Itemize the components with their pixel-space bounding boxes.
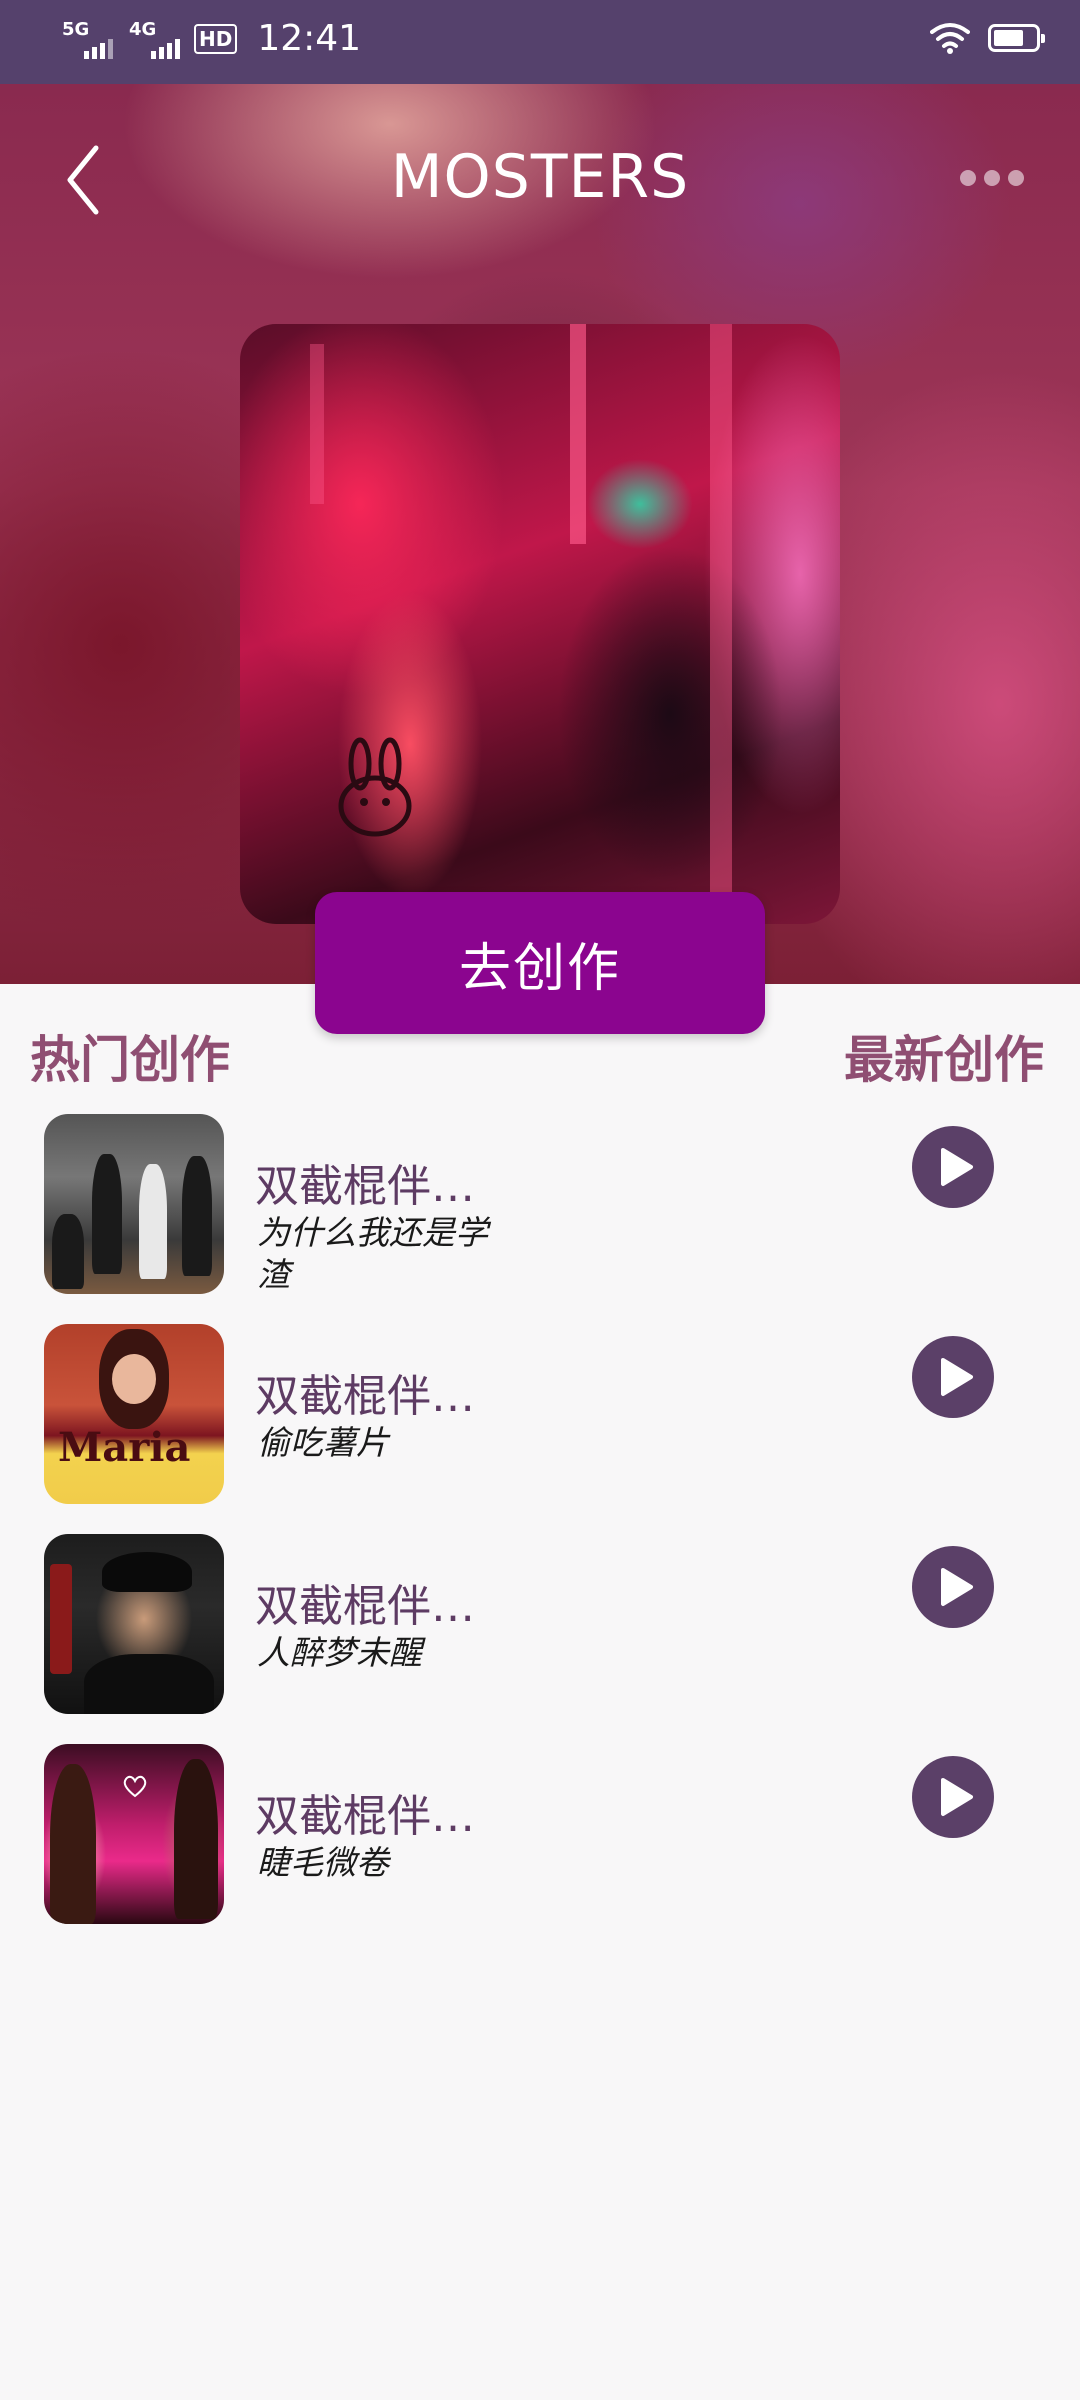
maria-cover-thumbnail: Maria xyxy=(44,1324,224,1504)
hd-badge: HD xyxy=(194,23,238,54)
hero-section: MOSTERS xyxy=(0,84,1080,984)
battery-icon xyxy=(988,24,1045,52)
tab-hot-creations[interactable]: 热门创作 xyxy=(30,1020,230,1092)
wifi-icon xyxy=(930,23,970,54)
duet-cover-thumbnail xyxy=(44,1744,224,1924)
play-icon xyxy=(941,1778,973,1816)
song-title: 双截棍伴… xyxy=(255,1161,475,1212)
list-item[interactable]: Maria 双截棍伴… 偷吃薯片 xyxy=(0,1324,1080,1508)
portrait-cover-thumbnail xyxy=(44,1534,224,1714)
status-left: 5G 4G HD 12:41 xyxy=(60,18,361,59)
play-icon xyxy=(941,1568,973,1606)
bunny-icon xyxy=(338,737,412,837)
play-button[interactable] xyxy=(912,1756,994,1838)
play-icon xyxy=(941,1148,973,1186)
song-subtitle: 偷吃薯片 xyxy=(257,1423,389,1462)
status-right xyxy=(930,22,1045,54)
song-subtitle: 睫毛微卷 xyxy=(257,1843,389,1882)
sim1-label: 5G xyxy=(62,18,90,40)
heart-icon xyxy=(123,1775,147,1798)
status-time: 12:41 xyxy=(257,18,362,59)
list-item[interactable]: 双截棍伴… 人醉梦未醒 xyxy=(0,1534,1080,1718)
more-options-icon[interactable] xyxy=(960,170,1024,186)
song-subtitle: 人醉梦未醒 xyxy=(257,1633,422,1672)
tab-latest-creations[interactable]: 最新创作 xyxy=(844,1020,1044,1092)
song-title: 双截棍伴… xyxy=(255,1371,475,1422)
band-cover-thumbnail xyxy=(44,1114,224,1294)
create-button[interactable]: 去创作 xyxy=(315,892,765,1034)
play-button[interactable] xyxy=(912,1546,994,1628)
list-item[interactable]: 双截棍伴… 睫毛微卷 xyxy=(0,1744,1080,1928)
status-bar: 5G 4G HD 12:41 xyxy=(0,0,1080,84)
list-item[interactable]: 双截棍伴… 为什么我还是学渣 xyxy=(0,1114,1080,1298)
play-button[interactable] xyxy=(912,1126,994,1208)
song-title: 双截棍伴… xyxy=(255,1791,475,1842)
page-title: MOSTERS xyxy=(390,142,690,212)
song-subtitle: 为什么我还是学渣 xyxy=(257,1213,488,1294)
play-button[interactable] xyxy=(912,1336,994,1418)
album-cover-image xyxy=(240,324,840,924)
sim2-label: 4G xyxy=(129,18,157,40)
play-icon xyxy=(941,1358,973,1396)
signal-5g-icon: 5G xyxy=(60,19,113,59)
maria-cover-text: Maria xyxy=(58,1424,191,1471)
signal-4g-icon: 4G xyxy=(127,19,180,59)
song-title: 双截棍伴… xyxy=(255,1581,475,1632)
